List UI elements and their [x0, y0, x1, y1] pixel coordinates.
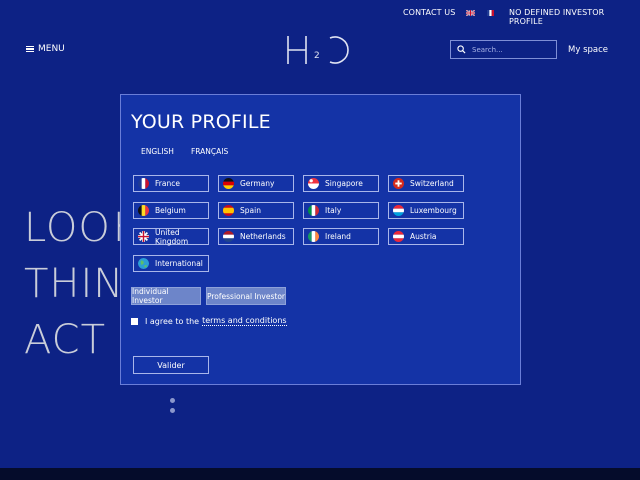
country-label: France — [155, 179, 180, 188]
modal-title: YOUR PROFILE — [131, 111, 271, 133]
italy-flag-icon — [308, 205, 319, 216]
country-label: Italy — [325, 206, 342, 215]
spain-flag-icon — [223, 205, 234, 216]
switzerland-flag-icon — [393, 178, 404, 189]
country-italy[interactable]: Italy — [303, 202, 379, 219]
top-bar: CONTACT US NO DEFINED INVESTOR PROFILE — [0, 0, 640, 26]
language-english[interactable]: ENGLISH — [141, 147, 174, 156]
terms-link[interactable]: terms and conditions — [202, 316, 287, 326]
contact-us-link[interactable]: CONTACT US — [403, 8, 455, 17]
english-flag-icon[interactable] — [466, 10, 475, 16]
country-label: Austria — [410, 232, 437, 241]
country-france[interactable]: France — [133, 175, 209, 192]
agree-text: I agree to the — [145, 316, 200, 326]
ireland-flag-icon — [308, 231, 319, 242]
country-label: Spain — [240, 206, 261, 215]
country-label: International — [155, 259, 203, 268]
country-label: United Kingdom — [155, 227, 189, 246]
individual-investor-button[interactable]: Individual Investor — [131, 287, 201, 305]
slider-dots — [170, 398, 175, 418]
country-label: Switzerland — [410, 179, 454, 188]
singapore-flag-icon — [308, 178, 319, 189]
hamburger-icon — [26, 45, 34, 53]
country-ireland[interactable]: Ireland — [303, 228, 379, 245]
menu-button[interactable]: MENU — [26, 44, 65, 54]
country-label: Ireland — [325, 232, 351, 241]
profile-modal: YOUR PROFILE ENGLISH FRANÇAIS France Ger… — [120, 94, 521, 385]
search-icon — [457, 45, 466, 54]
terms-checkbox[interactable] — [131, 317, 138, 325]
professional-investor-button[interactable]: Professional Investor — [206, 287, 286, 305]
country-luxembourg[interactable]: Luxembourg — [388, 202, 464, 219]
country-austria[interactable]: Austria — [388, 228, 464, 245]
country-united-kingdom[interactable]: United Kingdom — [133, 227, 209, 246]
french-flag-icon[interactable] — [487, 10, 494, 16]
country-label: Netherlands — [240, 232, 286, 241]
country-label: Germany — [240, 179, 275, 188]
my-space-link[interactable]: My space — [568, 45, 608, 55]
uk-flag-icon — [138, 231, 149, 242]
belgium-flag-icon — [138, 205, 149, 216]
country-netherlands[interactable]: Netherlands — [218, 228, 294, 245]
language-french[interactable]: FRANÇAIS — [191, 147, 228, 156]
country-belgium[interactable]: Belgium — [133, 202, 209, 219]
country-spain[interactable]: Spain — [218, 202, 294, 219]
france-flag-icon — [138, 178, 149, 189]
country-label: Singapore — [325, 179, 363, 188]
germany-flag-icon — [223, 178, 234, 189]
country-switzerland[interactable]: Switzerland — [388, 175, 464, 192]
logo-subscript: 2 — [314, 51, 320, 61]
globe-icon — [138, 258, 149, 269]
country-germany[interactable]: Germany — [218, 175, 294, 192]
terms-agreement: I agree to the terms and conditions — [131, 316, 287, 326]
country-international[interactable]: International — [133, 255, 209, 272]
language-switcher: ENGLISH FRANÇAIS — [141, 147, 245, 156]
logo[interactable]: 2 — [284, 34, 356, 66]
country-singapore[interactable]: Singapore — [303, 175, 379, 192]
netherlands-flag-icon — [223, 231, 234, 242]
austria-flag-icon — [393, 231, 404, 242]
submit-button[interactable]: Valider — [133, 356, 209, 374]
country-label: Belgium — [155, 206, 186, 215]
slider-dot[interactable] — [170, 408, 175, 413]
footer-strip — [0, 468, 640, 480]
menu-label: MENU — [38, 44, 65, 54]
search-input[interactable] — [472, 45, 552, 54]
slider-dot[interactable] — [170, 398, 175, 403]
investor-profile-link[interactable]: NO DEFINED INVESTOR PROFILE — [509, 8, 640, 26]
country-label: Luxembourg — [410, 206, 457, 215]
search-box[interactable] — [450, 40, 557, 59]
luxembourg-flag-icon — [393, 205, 404, 216]
